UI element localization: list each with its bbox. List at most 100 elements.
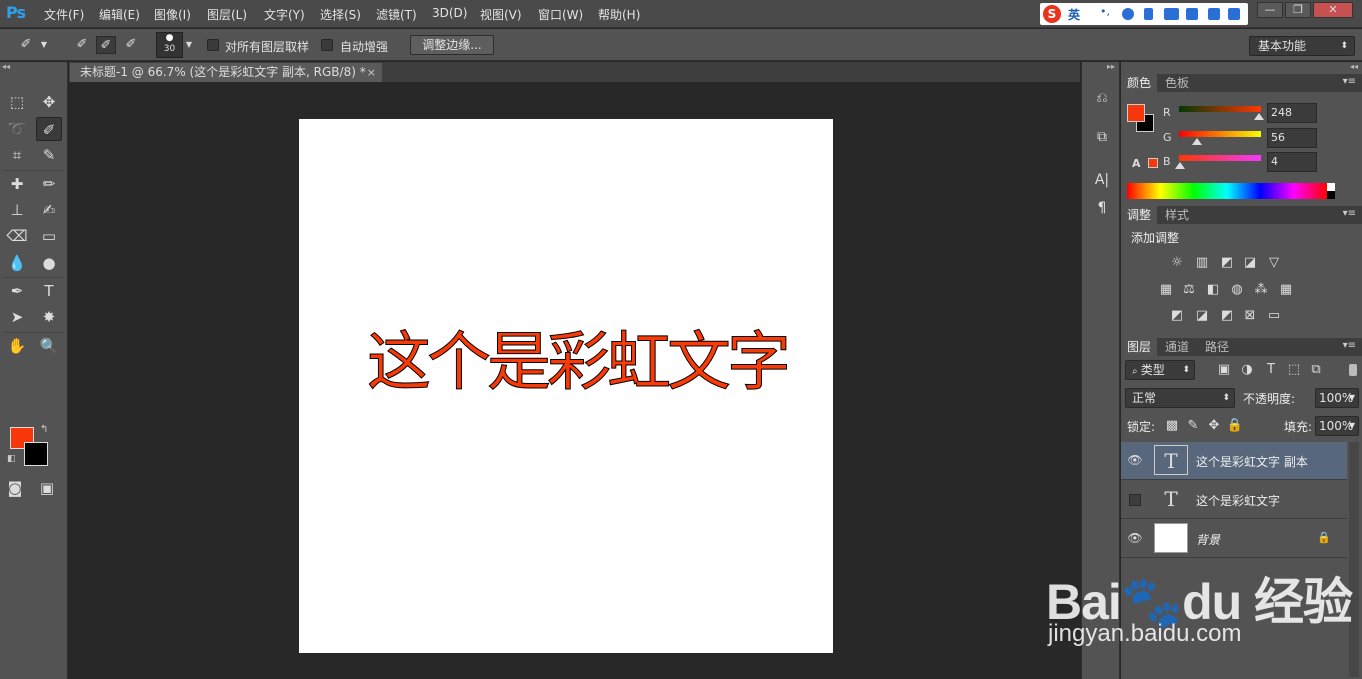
move-tool-icon[interactable]: ✥ — [36, 90, 62, 114]
threshold-icon[interactable]: ◩ — [1218, 308, 1236, 324]
green-slider[interactable]: G 56 — [1163, 128, 1353, 149]
green-value-input[interactable]: 56 — [1267, 128, 1317, 148]
layer-row[interactable]: T 这个是彩虹文字 — [1121, 481, 1347, 519]
color-balance-icon[interactable]: ⚖ — [1180, 282, 1198, 298]
brush-size-picker[interactable]: ● 30 — [156, 32, 183, 58]
menu-image[interactable]: 图像(I) — [154, 6, 191, 23]
collapse-icon[interactable]: ▸▸ — [1107, 62, 1115, 71]
color-spectrum-ramp[interactable] — [1127, 183, 1327, 199]
zoom-tool-icon[interactable]: 🔍 — [36, 334, 62, 358]
hand-tool-icon[interactable]: ✋ — [4, 334, 30, 358]
close-tab-icon[interactable]: × — [367, 63, 376, 82]
panel-menu-icon[interactable]: ▾≡ — [1343, 208, 1356, 219]
dodge-tool-icon[interactable]: ● — [36, 251, 62, 275]
history-panel-icon[interactable]: ⎌ — [1091, 87, 1113, 109]
tab-swatches[interactable]: 色板 — [1159, 74, 1195, 92]
sample-all-layers-checkbox[interactable] — [207, 39, 219, 51]
panel-menu-icon[interactable]: ▾≡ — [1343, 340, 1356, 351]
shape-tool-icon[interactable]: ✸ — [36, 305, 62, 329]
selective-color-icon[interactable]: ⊠ — [1241, 308, 1259, 324]
keyboard-icon[interactable] — [1164, 8, 1179, 20]
menu-help[interactable]: 帮助(H) — [598, 6, 640, 23]
tab-adjustments[interactable]: 调整 — [1121, 206, 1158, 224]
hue-saturation-icon[interactable]: ▦ — [1157, 282, 1175, 298]
red-slider[interactable]: R 248 — [1163, 103, 1353, 124]
collapse-icon[interactable]: ◂◂ — [2, 62, 10, 71]
crop-tool-icon[interactable]: ⌗ — [4, 143, 30, 167]
emoji-icon[interactable] — [1122, 8, 1134, 20]
menu-layer[interactable]: 图层(L) — [207, 6, 247, 23]
gamut-color-swatch[interactable] — [1148, 158, 1158, 168]
red-slider-track[interactable] — [1179, 106, 1261, 112]
photo-filter-icon[interactable]: ◍ — [1228, 282, 1246, 298]
layer-name[interactable]: 这个是彩虹文字 — [1196, 492, 1280, 509]
lock-transparent-icon[interactable]: ▩ — [1163, 418, 1181, 434]
color-lookup-icon[interactable]: ▦ — [1277, 282, 1295, 298]
channel-mixer-icon[interactable]: ⁂ — [1252, 282, 1270, 298]
blend-mode-select[interactable]: 正常 ⬍ — [1125, 388, 1235, 408]
brush-tool-icon[interactable]: ✏ — [36, 172, 62, 196]
layer-name[interactable]: 这个是彩虹文字 副本 — [1196, 453, 1308, 470]
restore-button[interactable]: ❐ — [1285, 2, 1311, 18]
curves-icon[interactable]: ◩ — [1218, 255, 1236, 271]
canvas-text-layer[interactable]: 这个是彩虹文字 — [367, 311, 792, 403]
levels-icon[interactable]: ▥ — [1193, 255, 1211, 271]
eyedropper-tool-icon[interactable]: ✎ — [36, 143, 62, 167]
lock-all-icon[interactable]: 🔒 — [1226, 418, 1244, 434]
filter-adjustment-icon[interactable]: ◑ — [1238, 362, 1256, 378]
tab-color[interactable]: 颜色 — [1121, 74, 1158, 92]
red-value-input[interactable]: 248 — [1267, 103, 1317, 123]
document-tab[interactable]: 未标题-1 @ 66.7% (这个是彩虹文字 副本, RGB/8) * × — [70, 63, 382, 82]
clone-stamp-tool-icon[interactable]: ⊥ — [4, 198, 30, 222]
pen-tool-icon[interactable]: ✒ — [4, 279, 30, 303]
menu-view[interactable]: 视图(V) — [480, 6, 522, 23]
out-of-gamut-warning-icon[interactable]: A — [1132, 157, 1141, 170]
ime-language-label[interactable]: 英 — [1068, 6, 1080, 23]
menu-3d[interactable]: 3D(D) — [432, 6, 467, 20]
color-panel-foreground-swatch[interactable] — [1127, 104, 1145, 122]
marquee-tool-icon[interactable]: ⬚ — [4, 90, 30, 114]
workspace-select[interactable]: 基本功能 ⬍ — [1249, 36, 1355, 56]
tool-preset-picker-icon[interactable]: ✐ — [16, 36, 36, 54]
quick-selection-tool-icon[interactable]: ✐ — [36, 117, 62, 141]
layer-filter-kind-select[interactable]: ⌕ 类型 ⬍ — [1125, 360, 1195, 380]
shirt-icon[interactable] — [1208, 8, 1220, 20]
layer-row[interactable]: 👁 T 这个是彩虹文字 副本 — [1121, 442, 1347, 480]
3d-panel-icon[interactable]: ⧉ — [1091, 126, 1113, 148]
green-slider-thumb[interactable] — [1192, 138, 1203, 145]
document-canvas[interactable]: 这个是彩虹文字 — [299, 119, 833, 653]
tab-styles[interactable]: 样式 — [1159, 206, 1195, 224]
lock-position-icon[interactable]: ✥ — [1205, 418, 1223, 434]
gradient-map-icon[interactable]: ▭ — [1265, 308, 1283, 324]
quick-mask-icon[interactable]: ◙ — [2, 476, 28, 500]
menu-select[interactable]: 选择(S) — [320, 6, 361, 23]
filter-pixel-icon[interactable]: ▣ — [1215, 362, 1233, 378]
blue-slider-track[interactable] — [1179, 155, 1261, 161]
blue-value-input[interactable]: 4 — [1267, 152, 1317, 172]
menu-window[interactable]: 窗口(W) — [538, 6, 583, 23]
menu-filter[interactable]: 滤镜(T) — [376, 6, 417, 23]
filter-type-icon[interactable]: T — [1262, 362, 1280, 378]
tab-layers[interactable]: 图层 — [1121, 338, 1158, 356]
auto-enhance-checkbox[interactable] — [321, 39, 333, 51]
collapse-icon[interactable]: ◂◂ — [1350, 62, 1358, 71]
black-white-ramp[interactable] — [1327, 183, 1335, 199]
paragraph-panel-icon[interactable]: ¶ — [1091, 197, 1113, 219]
gradient-tool-icon[interactable]: ▭ — [36, 224, 62, 248]
brush-dropdown-icon[interactable]: ▼ — [183, 36, 195, 54]
subtract-from-selection-icon[interactable]: ✐ — [121, 36, 141, 54]
blur-tool-icon[interactable]: 💧 — [4, 251, 30, 275]
add-to-selection-icon[interactable]: ✐ — [96, 36, 116, 54]
close-button[interactable]: ✕ — [1313, 2, 1353, 18]
lasso-tool-icon[interactable]: ➰ — [4, 117, 30, 141]
type-tool-icon[interactable]: T — [36, 279, 62, 303]
menu-edit[interactable]: 编辑(E) — [99, 6, 140, 23]
default-colors-icon[interactable]: ◧ — [7, 454, 16, 464]
ime-toolbar[interactable]: S 英 •, — [1040, 3, 1248, 25]
lock-pixels-icon[interactable]: ✎ — [1184, 418, 1202, 434]
opacity-input[interactable]: 100% ▼ — [1315, 388, 1359, 408]
swap-colors-icon[interactable]: ↰ — [40, 424, 48, 435]
history-brush-tool-icon[interactable]: ✍ — [36, 198, 62, 222]
posterize-icon[interactable]: ◪ — [1193, 308, 1211, 324]
character-panel-icon[interactable]: A| — [1091, 169, 1113, 191]
